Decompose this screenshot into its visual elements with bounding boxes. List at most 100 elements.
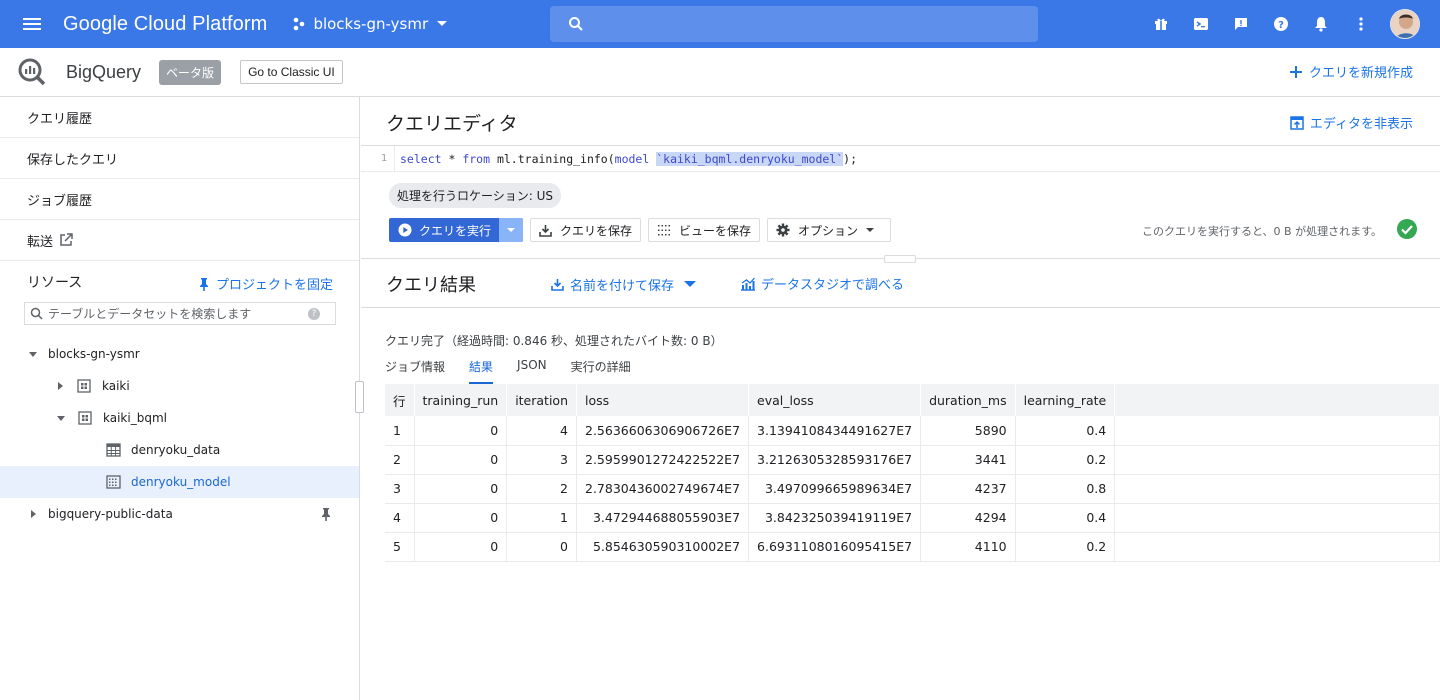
sql-editor[interactable]: 1 select * from ml.training_info(model `… <box>361 145 1440 172</box>
help-icon[interactable]: ? <box>308 307 320 320</box>
sidebar: クエリ履歴 保存したクエリ ジョブ履歴 転送 リソース プロジェクトを固定 ? … <box>0 97 360 700</box>
help-icon[interactable]: ? <box>1261 4 1301 44</box>
tab-job-info[interactable]: ジョブ情報 <box>385 358 445 384</box>
resources-header: リソース プロジェクトを固定 <box>0 261 359 302</box>
chart-icon <box>740 277 761 291</box>
save-results-as-button[interactable]: 名前を付けて保存 <box>551 275 702 294</box>
options-label: オプション <box>798 223 859 238</box>
table-cell: 3.1394108434491627E7 <box>748 416 922 446</box>
table-cell: 0.2 <box>1015 532 1116 562</box>
options-button[interactable]: オプション <box>767 218 892 242</box>
resources-label: リソース <box>27 274 83 291</box>
column-header: iteration <box>506 384 577 416</box>
table-cell: 4237 <box>920 474 1016 504</box>
editor-toolbar: クエリを実行 クエリを保存 ビューを保存 オプション <box>389 218 892 242</box>
sidebar-item-query-history[interactable]: クエリ履歴 <box>0 97 359 138</box>
tree-table-row[interactable]: denryoku_data <box>0 434 359 466</box>
cloud-shell-icon[interactable] <box>1181 4 1221 44</box>
notifications-icon[interactable] <box>1301 4 1341 44</box>
bigquery-logo-icon <box>17 57 47 87</box>
dataset-icon <box>77 379 91 393</box>
expand-right-icon[interactable] <box>58 382 63 390</box>
run-query-main[interactable]: クエリを実行 <box>389 218 499 242</box>
tree-dataset-row[interactable]: kaiki_bqml <box>0 402 359 434</box>
avatar[interactable] <box>1390 9 1420 39</box>
run-query-button[interactable]: クエリを実行 <box>389 218 524 242</box>
new-query-button[interactable]: クエリを新規作成 <box>1289 62 1413 81</box>
expand-down-icon[interactable] <box>29 351 37 357</box>
tree-dataset-label: kaiki_bqml <box>103 411 167 425</box>
tree-table-label: denryoku_data <box>131 443 221 457</box>
column-header: 行 <box>385 384 415 416</box>
table-cell: 0 <box>414 503 508 533</box>
platform-title[interactable]: Google Cloud Platform <box>63 13 267 36</box>
processing-location-chip[interactable]: 処理を行うロケーション: US <box>389 183 562 208</box>
sql-keyword: model <box>614 151 650 166</box>
results-table: 行 training_run iteration loss eval_loss … <box>385 384 1440 562</box>
line-number: 1 <box>361 146 395 171</box>
more-vert-icon[interactable] <box>1341 4 1381 44</box>
bytes-estimate-note: このクエリを実行すると、0 B が処理されます。 <box>1142 225 1382 238</box>
tab-json[interactable]: JSON <box>517 358 547 384</box>
tree-project-row[interactable]: blocks-gn-ysmr <box>0 338 359 370</box>
table-row: 3 0 2 2.7830436002749674E7 3.49709966598… <box>385 474 1440 504</box>
project-selector[interactable]: blocks-gn-ysmr <box>291 15 448 33</box>
save-query-button[interactable]: クエリを保存 <box>530 218 642 242</box>
expand-down-icon[interactable] <box>57 415 65 421</box>
beta-badge: ベータ版 <box>159 59 222 85</box>
download-icon <box>539 224 560 237</box>
sidebar-item-transfers[interactable]: 転送 <box>0 220 359 261</box>
search-bar[interactable] <box>550 6 1038 42</box>
table-row: 5 0 0 5.854630590310002E7 6.693110801609… <box>385 532 1440 562</box>
pin-icon[interactable] <box>320 507 332 521</box>
editor-resize-handle[interactable] <box>884 255 916 263</box>
chevron-down-icon <box>436 20 448 28</box>
table-cell: 3 <box>385 474 415 504</box>
table-cell: 3.472944688055903E7 <box>576 503 750 533</box>
download-icon <box>551 278 570 291</box>
results-header: クエリ結果 名前を付けて保存 データスタジオで調べる <box>361 258 1440 308</box>
sql-selected-identifier: `kaiki_bqml.denryoku_model` <box>656 151 844 166</box>
open-in-new-icon <box>53 233 73 247</box>
resource-search-input[interactable] <box>48 306 306 321</box>
sidebar-item-label: ジョブ履歴 <box>27 193 93 209</box>
run-query-label: クエリを実行 <box>419 223 492 238</box>
tab-results[interactable]: 結果 <box>469 358 494 384</box>
save-view-button[interactable]: ビューを保存 <box>648 218 761 242</box>
feedback-icon[interactable] <box>1221 4 1261 44</box>
tree-public-project-row[interactable]: bigquery-public-data <box>0 498 359 530</box>
explore-data-studio-button[interactable]: データスタジオで調べる <box>740 274 904 293</box>
play-icon <box>398 223 419 237</box>
table-cell: 2.5959901272422522E7 <box>576 445 750 475</box>
sql-code[interactable]: select * from ml.training_info(model `ka… <box>395 151 857 166</box>
expand-right-icon[interactable] <box>31 510 36 518</box>
table-cell: 2.7830436002749674E7 <box>576 474 750 504</box>
tab-execution-details[interactable]: 実行の詳細 <box>571 358 631 384</box>
classic-ui-button[interactable]: Go to Classic UI <box>240 60 343 84</box>
sidebar-item-job-history[interactable]: ジョブ履歴 <box>0 179 359 220</box>
project-dots-icon <box>291 16 307 32</box>
table-cell: 3441 <box>920 445 1016 475</box>
run-options-dropdown[interactable] <box>499 218 524 242</box>
table-cell: 0 <box>414 445 508 475</box>
chevron-down-icon <box>866 227 882 233</box>
tree-dataset-row[interactable]: kaiki <box>0 370 359 402</box>
search-icon <box>568 16 584 32</box>
gift-icon[interactable] <box>1141 4 1181 44</box>
gear-icon <box>776 223 798 237</box>
table-cell: 0.2 <box>1015 445 1116 475</box>
tree-model-row[interactable]: denryoku_model <box>0 466 359 498</box>
column-header: eval_loss <box>748 384 922 416</box>
menu-icon[interactable] <box>20 12 44 36</box>
table-cell: 0.4 <box>1015 416 1116 446</box>
sidebar-item-saved-queries[interactable]: 保存したクエリ <box>0 138 359 179</box>
hide-editor-button[interactable]: エディタを非表示 <box>1290 113 1413 132</box>
table-filler-cell <box>1114 503 1440 533</box>
view-grid-icon <box>657 224 679 237</box>
pin-project-button[interactable]: プロジェクトを固定 <box>198 274 333 293</box>
svg-text:?: ? <box>1278 20 1284 31</box>
table-cell: 5890 <box>920 416 1016 446</box>
product-header: BigQuery ベータ版 Go to Classic UI クエリを新規作成 <box>0 48 1440 97</box>
explore-data-studio-label: データスタジオで調べる <box>761 278 905 293</box>
column-header: training_run <box>414 384 508 416</box>
